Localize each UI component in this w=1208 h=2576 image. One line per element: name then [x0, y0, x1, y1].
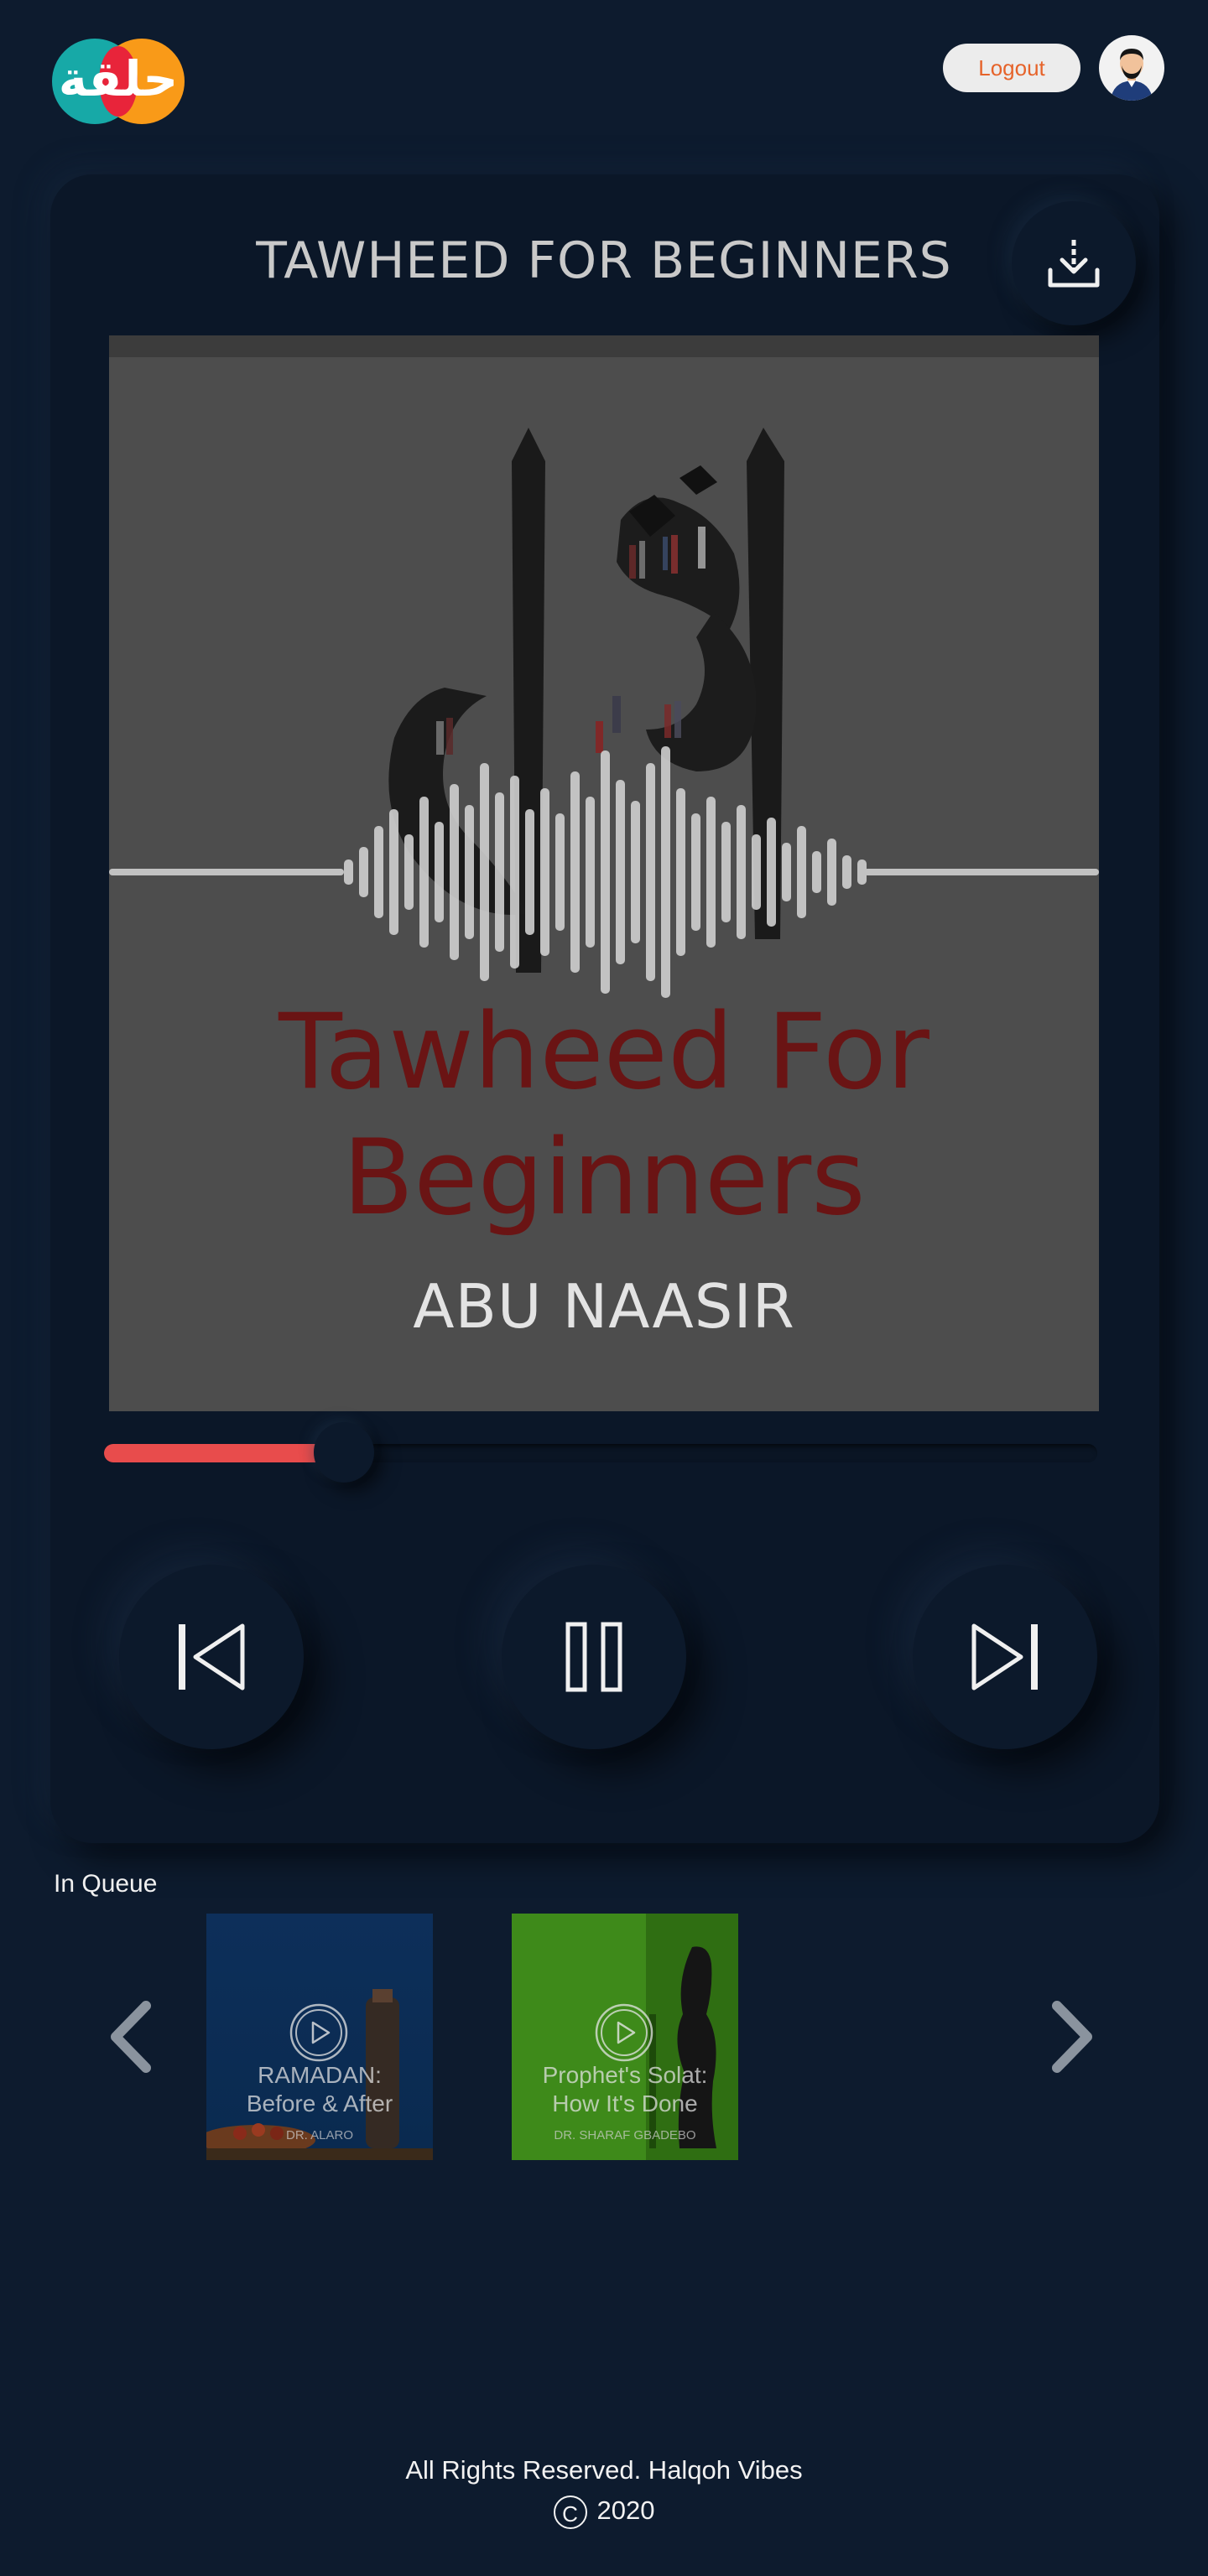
queue-item-author: DR. SHARAF GBADEBO — [554, 2128, 696, 2142]
download-icon — [1048, 240, 1100, 288]
queue-item-author: DR. ALARO — [285, 2128, 354, 2142]
queue-next-arrow[interactable] — [1049, 2001, 1096, 2073]
pause-button[interactable] — [502, 1565, 686, 1749]
calligraphy-bookshelf-image — [109, 428, 1099, 998]
queue-item-ramadan[interactable]: RAMADAN: Before & After DR. ALARO — [206, 1914, 433, 2160]
queue-prev-arrow[interactable] — [107, 2001, 154, 2073]
cover-title-line1: Tawheed For — [279, 992, 929, 1113]
play-icon — [289, 2003, 348, 2062]
cover-title: Tawheed For Beginners — [0, 989, 1208, 1241]
progress-fill — [104, 1444, 323, 1462]
play-icon — [595, 2003, 653, 2062]
queue-item-title: RAMADAN: Before & After — [246, 2062, 393, 2116]
next-button[interactable] — [913, 1565, 1097, 1749]
pause-icon — [565, 1622, 622, 1692]
cover-art — [109, 335, 1099, 1411]
copyright-icon: C — [553, 2496, 587, 2529]
footer-year: 2020 — [596, 2496, 655, 2526]
logo[interactable]: حلقة — [52, 39, 185, 124]
logout-button[interactable]: Logout — [943, 44, 1080, 92]
cover-speaker: ABU NAASIR — [413, 1271, 795, 1342]
queue-label: In Queue — [54, 1870, 158, 1898]
cover-title-line2: Beginners — [342, 1118, 866, 1239]
logo-text: حلقة — [58, 50, 179, 107]
chevron-left-icon — [111, 2001, 151, 2073]
queue-item-prophets-solat[interactable]: Prophet's Solat: How It's Done DR. SHARA… — [512, 1914, 738, 2160]
user-avatar[interactable] — [1099, 35, 1164, 101]
progress-slider[interactable] — [104, 1422, 1097, 1483]
previous-button[interactable] — [119, 1565, 304, 1749]
footer-copyright: C 2020 — [0, 2496, 1208, 2529]
queue-item-title: Prophet's Solat: How It's Done — [542, 2062, 708, 2116]
skip-previous-icon — [179, 1623, 245, 1690]
chevron-right-icon — [1052, 2001, 1092, 2073]
download-button[interactable] — [1012, 201, 1136, 325]
footer-rights: All Rights Reserved. Halqoh Vibes — [405, 2455, 803, 2485]
skip-next-icon — [971, 1623, 1038, 1690]
progress-thumb[interactable] — [314, 1422, 375, 1483]
